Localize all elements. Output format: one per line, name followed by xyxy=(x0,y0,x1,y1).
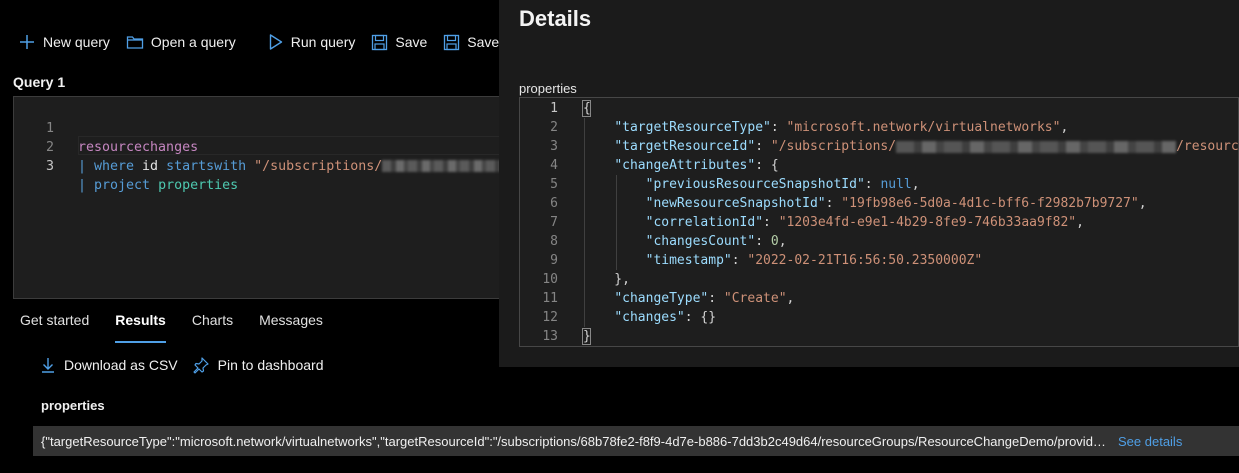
code-token: project xyxy=(94,178,151,193)
json-line: 12 "changes": {} xyxy=(520,308,1238,327)
json-line: 8 "changesCount": 0, xyxy=(520,232,1238,251)
line-number: 5 xyxy=(550,177,558,192)
pin-dashboard-label: Pin to dashboard xyxy=(217,357,324,373)
properties-cell: {"targetResourceType":"microsoft.network… xyxy=(41,433,1110,449)
json-line: 6 "newResourceSnapshotId": "19fb98e6-5d0… xyxy=(520,194,1238,213)
tab-query-1[interactable]: Query 1 xyxy=(13,74,65,90)
new-query-label: New query xyxy=(43,34,110,50)
code-token: | xyxy=(78,159,95,174)
json-line: 4 "changeAttributes": { xyxy=(520,156,1238,175)
download-csv-label: Download as CSV xyxy=(64,357,178,373)
line-number: 8 xyxy=(550,234,558,249)
json-line: 5 "previousResourceSnapshotId": null, xyxy=(520,175,1238,194)
code-token: id xyxy=(134,159,167,174)
table-row[interactable]: {"targetResourceType":"microsoft.network… xyxy=(33,426,1239,456)
folder-icon xyxy=(126,36,144,49)
details-properties-label: properties xyxy=(519,81,577,96)
tab-messages[interactable]: Messages xyxy=(259,305,323,341)
json-value-new-snapshot: 19fb98e6-5d0a-4d1c-bff6-f2982b7b9727 xyxy=(849,196,1131,211)
json-value-change-type: Create xyxy=(731,291,779,306)
line-number: 4 xyxy=(550,158,558,173)
json-line: 2 "targetResourceType": "microsoft.netwo… xyxy=(520,118,1238,137)
json-value-target-resource-id-suffix: /resource xyxy=(1176,139,1239,154)
pin-dashboard-button[interactable]: Pin to dashboard xyxy=(192,356,324,374)
json-line: 1{ xyxy=(520,99,1238,118)
run-query-button[interactable]: Run query xyxy=(266,26,362,58)
details-title: Details xyxy=(519,6,592,31)
json-value-target-resource-type: microsoft.network/virtualnetworks xyxy=(794,120,1053,135)
column-header-properties[interactable]: properties xyxy=(41,398,105,413)
open-query-button[interactable]: Open a query xyxy=(124,26,242,58)
code-token: | xyxy=(78,178,95,193)
download-csv-button[interactable]: Download as CSV xyxy=(40,356,178,374)
editor-line: 1 resourcechanges xyxy=(14,100,502,155)
json-value-timestamp: 2022-02-21T16:56:50.2350000Z xyxy=(755,253,975,268)
line-number: 6 xyxy=(550,196,558,211)
code-token: "/subscriptions/ xyxy=(246,159,383,174)
json-line: 13} xyxy=(520,327,1238,346)
json-value-changes-count: 0 xyxy=(770,234,779,249)
results-tabs: Get started Results Charts Messages xyxy=(20,305,349,343)
json-line: 10 }, xyxy=(520,270,1238,289)
json-line: 11 "changeType": "Create", xyxy=(520,289,1238,308)
line-number: 1 xyxy=(550,101,558,116)
line-number: 13 xyxy=(542,329,558,344)
editor-line: 3 | project properties xyxy=(14,138,502,193)
tab-charts[interactable]: Charts xyxy=(192,305,233,341)
json-line: 3 "targetResourceId": "/subscriptions//r… xyxy=(520,137,1238,156)
redacted-subscription-id xyxy=(382,160,502,172)
open-query-label: Open a query xyxy=(150,34,236,50)
tab-results[interactable]: Results xyxy=(115,305,166,343)
save-as-icon xyxy=(444,34,460,50)
line-number: 12 xyxy=(542,310,558,325)
query-editor[interactable]: 1 resourcechanges 2 | where id startswit… xyxy=(13,96,503,299)
save-icon xyxy=(372,34,388,50)
redacted-subscription-id xyxy=(896,140,1177,153)
download-icon xyxy=(42,358,54,373)
run-query-label: Run query xyxy=(290,34,356,50)
see-details-link[interactable]: See details xyxy=(1118,434,1182,449)
details-panel: Details properties 1{ 2 "targetResourceT… xyxy=(499,0,1239,367)
save-button[interactable]: Save xyxy=(369,26,433,58)
line-number: 10 xyxy=(542,272,558,287)
json-viewer[interactable]: 1{ 2 "targetResourceType": "microsoft.ne… xyxy=(519,97,1239,347)
pin-icon xyxy=(193,357,209,374)
plus-icon xyxy=(20,35,34,49)
line-number: 9 xyxy=(550,253,558,268)
line-number: 7 xyxy=(550,215,558,230)
tab-get-started[interactable]: Get started xyxy=(20,305,89,341)
results-actions: Download as CSV Pin to dashboard xyxy=(40,356,337,374)
code-token: where xyxy=(94,159,135,174)
line-number: 3 xyxy=(550,139,558,154)
play-icon xyxy=(269,34,282,50)
json-value-target-resource-id-prefix: /subscriptions/ xyxy=(778,139,897,154)
editor-line: 2 | where id startswith "/subscriptions/ xyxy=(14,119,502,174)
save-label: Save xyxy=(395,34,428,50)
code-token: startswith xyxy=(166,159,247,174)
new-query-button[interactable]: New query xyxy=(16,26,116,58)
line-number: 2 xyxy=(550,120,558,135)
code-token: properties xyxy=(150,178,239,193)
line-number: 3 xyxy=(45,159,54,174)
json-value-correlation-id: 1203e4fd-e9e1-4b29-8fe9-746b33aa9f82 xyxy=(786,215,1069,230)
query-toolbar: New query Open a query Run query Save Sa… xyxy=(0,26,518,58)
json-line: 7 "correlationId": "1203e4fd-e9e1-4b29-8… xyxy=(520,213,1238,232)
json-line: 9 "timestamp": "2022-02-21T16:56:50.2350… xyxy=(520,251,1238,270)
line-number: 11 xyxy=(542,291,558,306)
json-value-previous-snapshot: null xyxy=(880,177,912,192)
